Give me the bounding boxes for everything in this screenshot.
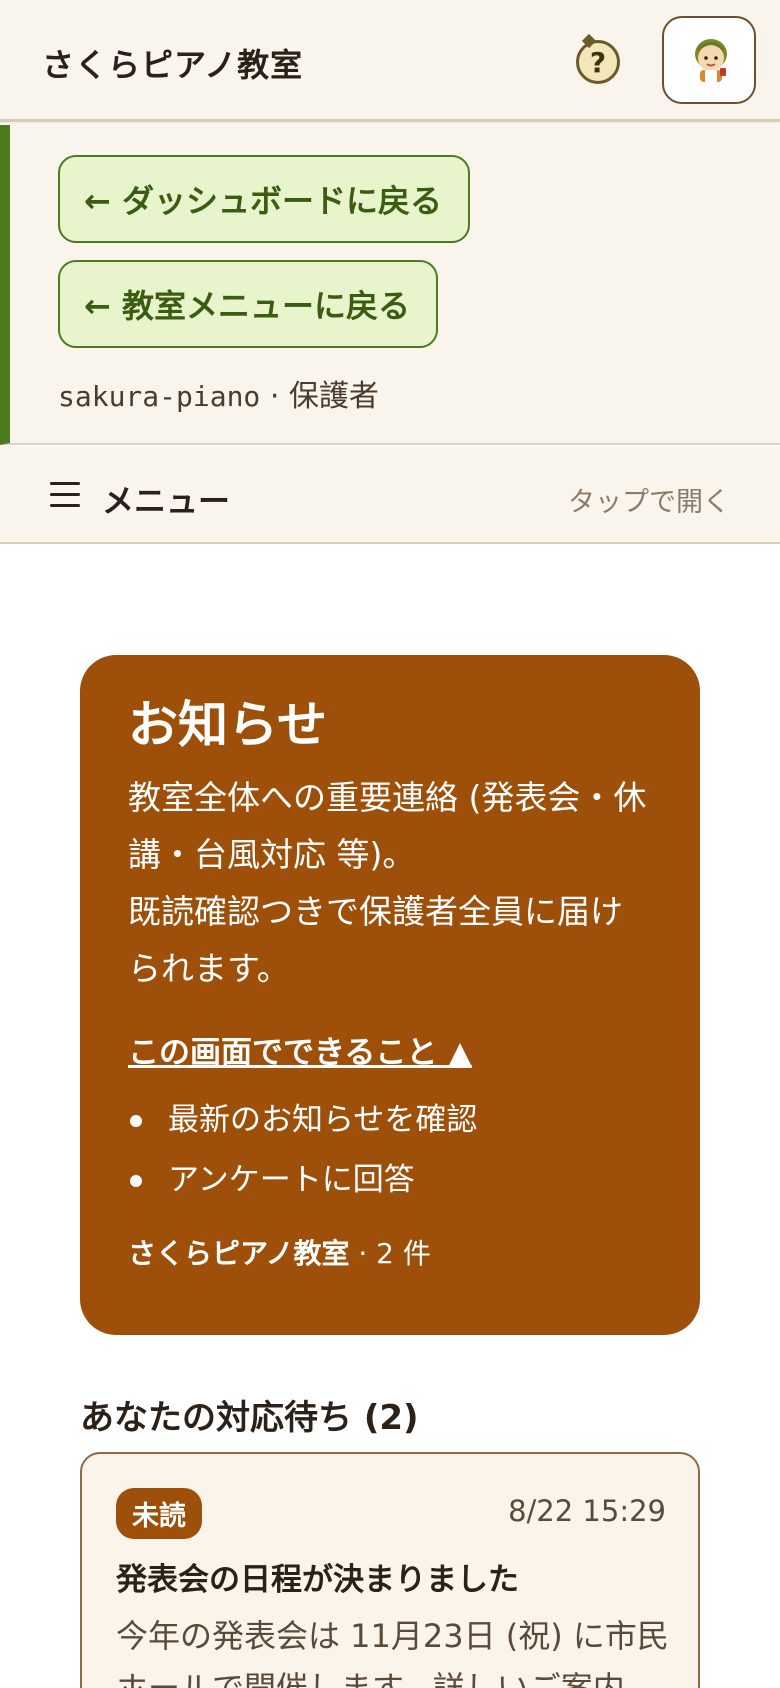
capabilities-toggle-link[interactable]: この画面でできること ▲ bbox=[128, 1027, 472, 1072]
help-button[interactable]: ? bbox=[576, 33, 620, 84]
question-mark-icon: ? bbox=[589, 45, 607, 79]
card-footer: さくらピアノ教室 · 2 件 bbox=[128, 1232, 652, 1272]
notice-preview: 今年の発表会は 11月23日 (祝) に市民ホールで開催します。詳しいご案内… bbox=[116, 1617, 669, 1688]
list-item: 最新のお知らせを確認 bbox=[128, 1090, 652, 1150]
context-panel: ← ダッシュボードに戻る ← 教室メニューに戻る sakura-piano · … bbox=[0, 125, 780, 445]
list-item: アンケートに回答 bbox=[128, 1150, 652, 1210]
org-role-line: sakura-piano · 保護者 bbox=[58, 371, 379, 415]
notice-description-line: 既読確認つきで保護者全員に届けられます。 bbox=[128, 892, 623, 988]
back-to-class-menu-button[interactable]: ← 教室メニューに戻る bbox=[58, 260, 438, 348]
menu-hint: タップで開く bbox=[568, 487, 730, 518]
notice-date: 8/22 15:29 bbox=[508, 1494, 666, 1528]
menu-toggle-bar[interactable]: メニュー タップで開く bbox=[0, 446, 780, 544]
menu-label: メニュー bbox=[102, 482, 231, 520]
role-label: 保護者 bbox=[288, 379, 379, 414]
profile-avatar-button[interactable] bbox=[662, 16, 756, 104]
top-app-bar: さくらピアノ教室 ? bbox=[0, 0, 780, 122]
unread-badge: 未読 bbox=[116, 1488, 202, 1539]
avatar bbox=[695, 39, 727, 82]
notice-count: · 2 件 bbox=[349, 1237, 431, 1270]
app-title: さくらピアノ教室 bbox=[42, 46, 304, 84]
notice-description: 教室全体への重要連絡 (発表会・休講・台風対応 等)。 既読確認つきで保護者全員… bbox=[128, 769, 652, 997]
separator: · bbox=[260, 379, 289, 414]
notice-description-line: 教室全体への重要連絡 (発表会・休講・台風対応 等)。 bbox=[128, 778, 647, 874]
notice-title: 発表会の日程が決まりました bbox=[116, 1562, 519, 1598]
notice-info-card: お知らせ 教室全体への重要連絡 (発表会・休講・台風対応 等)。 既読確認つきで… bbox=[80, 655, 700, 1335]
org-slug: sakura-piano bbox=[58, 380, 261, 413]
pending-section-heading: あなたの対応待ち (2) bbox=[80, 1398, 419, 1438]
hamburger-icon bbox=[50, 482, 80, 508]
school-name: さくらピアノ教室 bbox=[128, 1237, 350, 1270]
capabilities-list: 最新のお知らせを確認 アンケートに回答 bbox=[128, 1090, 652, 1210]
notice-item-card[interactable]: 未読 8/22 15:29 発表会の日程が決まりました 今年の発表会は 11月2… bbox=[80, 1452, 700, 1688]
back-to-dashboard-button[interactable]: ← ダッシュボードに戻る bbox=[58, 155, 470, 243]
page-title: お知らせ bbox=[128, 696, 327, 754]
